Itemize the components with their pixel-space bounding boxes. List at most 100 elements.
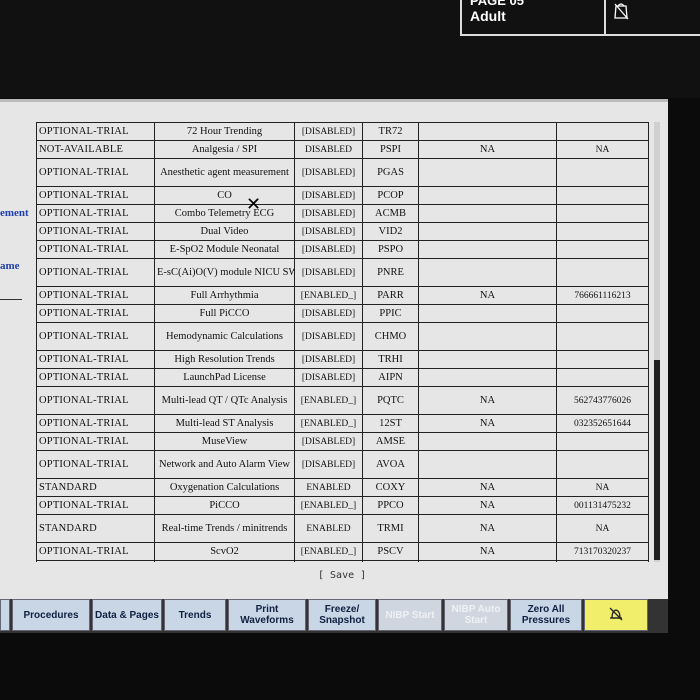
patient-info-box[interactable]: PAGE 05 Adult: [460, 0, 700, 36]
option-feature-cell: CO: [154, 186, 295, 205]
bottom-button-bar: Procedures Data & Pages Trends Print Wavefo…: [0, 599, 668, 633]
option-serial-cell: [556, 350, 649, 369]
option-feature-cell: MuseView: [154, 432, 295, 451]
table-scrollbar[interactable]: [654, 122, 660, 562]
option-status-cell: OPTIONAL-TRIAL: [36, 368, 155, 387]
option-status-cell: OPTIONAL-TRIAL: [36, 258, 155, 287]
option-code-cell: ACMB: [362, 204, 419, 223]
option-state-cell: [DISABLED]: [294, 368, 363, 387]
option-status-cell: NOT-AVAILABLE: [36, 140, 155, 159]
option-na-cell: [418, 432, 557, 451]
option-code-cell: PCOP: [362, 186, 419, 205]
option-na-cell: [418, 304, 557, 323]
options-table: OPTIONAL-TRIAL 72 Hour Trending [DISABLED]…: [36, 122, 649, 562]
option-status-cell: OPTIONAL-TRIAL: [36, 386, 155, 415]
option-status-cell: OPTIONAL-TRIAL: [36, 204, 155, 223]
option-serial-cell: 713170320237: [556, 542, 649, 561]
option-serial-cell: NA: [556, 478, 649, 497]
table-row: OPTIONAL-TRIAL Combo Telemetry ECG [DISABL…: [36, 204, 649, 223]
option-status-cell: OPTIONAL-TRIAL: [36, 350, 155, 369]
option-state-cell: ENABLED: [294, 560, 363, 562]
option-feature-cell: High Resolution Trends: [154, 350, 295, 369]
table-row: OPTIONAL-TRIAL MuseView [DISABLED] AMSE: [36, 432, 649, 451]
option-state-cell: [DISABLED]: [294, 350, 363, 369]
option-na-cell: NA: [418, 478, 557, 497]
option-feature-cell: ScvO2: [154, 542, 295, 561]
zero-all-pressures-button[interactable]: Zero All Pressures: [510, 599, 582, 631]
option-serial-cell: 001131475232: [556, 496, 649, 515]
option-code-cell: TRHI: [362, 350, 419, 369]
trends-button[interactable]: Trends: [164, 599, 226, 631]
option-serial-cell: [556, 158, 649, 187]
option-code-cell: AMSE: [362, 432, 419, 451]
option-serial-cell: [556, 322, 649, 351]
data-pages-button[interactable]: Data & Pages: [92, 599, 162, 631]
option-status-cell: OPTIONAL-TRIAL: [36, 304, 155, 323]
print-waveforms-label: Print Waveforms: [240, 604, 294, 626]
alarm-silence-button[interactable]: [584, 599, 648, 631]
option-status-cell: OPTIONAL-TRIAL: [36, 450, 155, 479]
option-state-cell: [DISABLED]: [294, 122, 363, 141]
option-status-cell: OPTIONAL-TRIAL: [36, 186, 155, 205]
nibp-auto-start-button[interactable]: NIBP Auto Start: [444, 599, 508, 631]
table-row: OPTIONAL-TRIAL Multi-lead ST Analysis [ENA…: [36, 414, 649, 433]
freeze-snapshot-label: Freeze/ Snapshot: [319, 604, 365, 626]
option-serial-cell: [556, 204, 649, 223]
option-status-cell: OPTIONAL-TRIAL: [36, 322, 155, 351]
nibp-auto-start-label: NIBP Auto Start: [451, 604, 501, 626]
scrollbar-thumb[interactable]: [654, 360, 660, 560]
table-row: OPTIONAL-TRIAL Network and Auto Alarm Vie…: [36, 450, 649, 479]
option-na-cell: NA: [418, 140, 557, 159]
option-state-cell: [DISABLED]: [294, 432, 363, 451]
option-code-cell: 12ST: [362, 414, 419, 433]
table-row: OPTIONAL-TRIAL E-sC(Ai)O(V) module NICU S…: [36, 258, 649, 287]
option-state-cell: [ENABLED_]: [294, 496, 363, 515]
nibp-start-button[interactable]: NIBP Start: [378, 599, 442, 631]
option-code-cell: COXY: [362, 478, 419, 497]
option-state-cell: [DISABLED]: [294, 450, 363, 479]
option-feature-cell: Touch User Interface: [154, 560, 295, 562]
option-status-cell: OPTIONAL-TRIAL: [36, 414, 155, 433]
option-code-cell: CHMO: [362, 322, 419, 351]
option-serial-cell: [556, 240, 649, 259]
option-serial-cell: NA: [556, 514, 649, 543]
option-status-cell: OPTIONAL-TRIAL: [36, 286, 155, 305]
table-row: STANDARD Oxygenation Calculations ENABLED C…: [36, 478, 649, 497]
patient-box-divider: [604, 0, 606, 34]
option-state-cell: [ENABLED_]: [294, 386, 363, 415]
table-row: OPTIONAL-TRIAL High Resolution Trends [DIS…: [36, 350, 649, 369]
option-feature-cell: Network and Auto Alarm View: [154, 450, 295, 479]
table-row: OPTIONAL-TRIAL E-SpO2 Module Neonatal [DIS…: [36, 240, 649, 259]
table-row: STANDARDTouch User InterfaceENABLEDTOUCN…: [36, 560, 649, 562]
freeze-snapshot-button[interactable]: Freeze/ Snapshot: [308, 599, 376, 631]
option-feature-cell: LaunchPad License: [154, 368, 295, 387]
left-menu-item-1[interactable]: ement: [0, 207, 29, 219]
option-serial-cell: [556, 258, 649, 287]
option-na-cell: [418, 122, 557, 141]
option-feature-cell: Dual Video: [154, 222, 295, 241]
option-na-cell: [418, 368, 557, 387]
option-feature-cell: Full PiCCO: [154, 304, 295, 323]
option-code-cell: PARR: [362, 286, 419, 305]
option-code-cell: PPIC: [362, 304, 419, 323]
option-code-cell: PSCV: [362, 542, 419, 561]
option-state-cell: [DISABLED]: [294, 322, 363, 351]
option-code-cell: PNRE: [362, 258, 419, 287]
option-status-cell: OPTIONAL-TRIAL: [36, 542, 155, 561]
option-state-cell: [DISABLED]: [294, 240, 363, 259]
option-na-cell: [418, 350, 557, 369]
option-feature-cell: E-SpO2 Module Neonatal: [154, 240, 295, 259]
bag-crossed-icon[interactable]: [610, 0, 632, 27]
left-menu-item-2[interactable]: ame: [0, 260, 20, 272]
print-waveforms-button[interactable]: Print Waveforms: [228, 599, 306, 631]
table-row: OPTIONAL-TRIAL Dual Video [DISABLED] VID2: [36, 222, 649, 241]
option-status-cell: OPTIONAL-TRIAL: [36, 240, 155, 259]
option-na-cell: NA: [418, 496, 557, 515]
option-serial-cell: [556, 450, 649, 479]
option-serial-cell: [556, 122, 649, 141]
option-code-cell: VID2: [362, 222, 419, 241]
table-row: NOT-AVAILABLE Analgesia / SPI DISABLED PSPI…: [36, 140, 649, 159]
option-status-cell: OPTIONAL-TRIAL: [36, 122, 155, 141]
procedures-button[interactable]: Procedures: [12, 599, 90, 631]
save-button[interactable]: [ Save ]: [318, 570, 366, 581]
